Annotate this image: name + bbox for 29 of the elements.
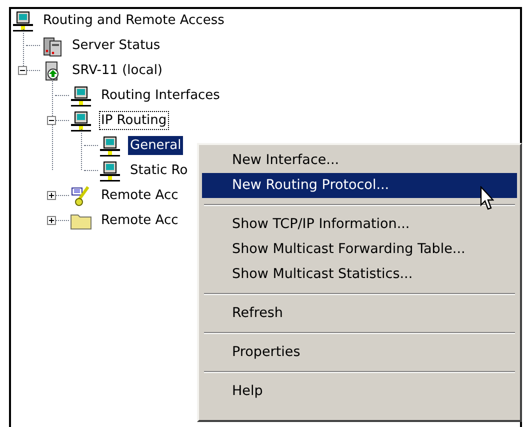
tree-item[interactable]: SRV-11 (local)	[70, 61, 165, 80]
tree-item[interactable]: Static Ro	[128, 161, 190, 180]
computer-icon	[12, 10, 34, 32]
menu-item[interactable]: New Routing Protocol...	[202, 173, 517, 198]
tree-item[interactable]: Routing Interfaces	[99, 86, 222, 105]
menu-item[interactable]: Show Multicast Statistics...	[202, 262, 517, 287]
expand-toggle[interactable]	[47, 216, 56, 225]
tree-item[interactable]: Routing and Remote Access	[41, 11, 226, 30]
expand-toggle[interactable]	[47, 191, 56, 200]
collapse-toggle[interactable]	[18, 66, 27, 75]
policy-icon	[70, 184, 92, 206]
tree-item[interactable]: Remote Acc	[99, 211, 180, 230]
tree-item[interactable]: General	[128, 136, 184, 155]
collapse-toggle[interactable]	[47, 116, 56, 125]
server-icon	[41, 34, 63, 56]
menu-item[interactable]: Show Multicast Forwarding Table...	[202, 237, 517, 262]
tree-item[interactable]: Server Status	[70, 36, 162, 55]
menu-item[interactable]: Properties	[202, 340, 517, 365]
menu-item[interactable]: New Interface...	[202, 148, 517, 173]
tree-item[interactable]: IP Routing	[99, 111, 169, 130]
computer-icon	[70, 110, 92, 132]
menu-item[interactable]: Help	[202, 379, 517, 404]
tree-item[interactable]: Remote Acc	[99, 186, 180, 205]
computer-icon	[99, 134, 121, 156]
mouse-cursor-icon	[480, 186, 494, 210]
computer-icon	[99, 160, 121, 182]
menu-item[interactable]: Refresh	[202, 301, 517, 326]
menu-item[interactable]: Show TCP/IP Information...	[202, 212, 517, 237]
computer-icon	[70, 84, 92, 106]
